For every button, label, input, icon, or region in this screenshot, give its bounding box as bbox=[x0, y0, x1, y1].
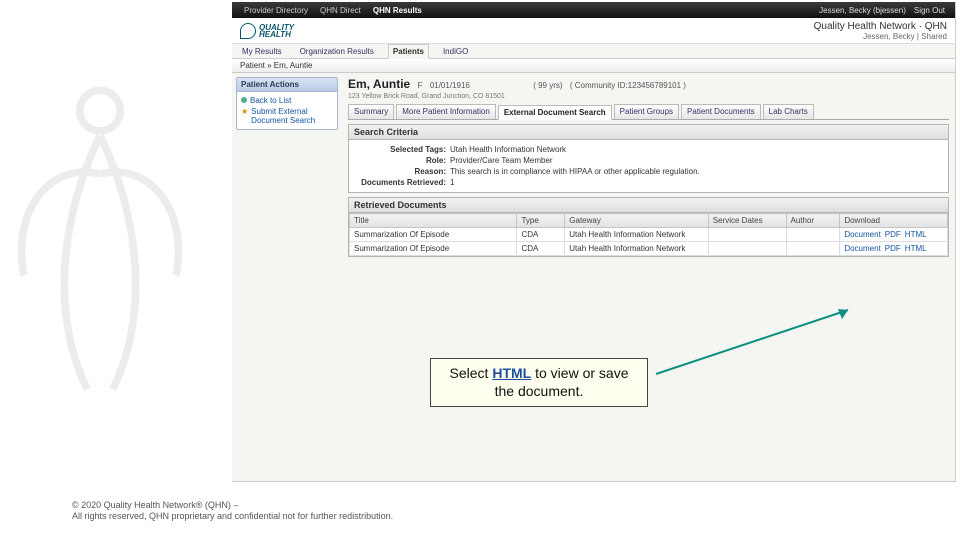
cell-title: Summarization Of Episode bbox=[350, 242, 517, 256]
logo: QUALITYHEALTH bbox=[240, 23, 294, 39]
submit-external-search-link[interactable]: ★Submit External Document Search bbox=[241, 106, 333, 126]
brand-sub: Jessen, Becky | Shared bbox=[814, 32, 947, 41]
col-author: Author bbox=[786, 214, 840, 228]
patient-name: Em, Auntie bbox=[348, 77, 410, 91]
brand-row: QUALITYHEALTH Quality Health Network · Q… bbox=[232, 18, 955, 44]
download-document-link[interactable]: Document bbox=[844, 230, 884, 239]
label-role: Role: bbox=[355, 156, 450, 165]
patient-address: 123 Yellow Brick Road, Grand Junction, C… bbox=[348, 93, 949, 100]
cell-type: CDA bbox=[517, 228, 565, 242]
annotation-callout: Select HTML to view or save the document… bbox=[430, 358, 648, 407]
label-docs-retrieved: Documents Retrieved: bbox=[355, 178, 450, 187]
patient-header: Em, Auntie F 01/01/1916 ( 99 yrs) ( Comm… bbox=[348, 77, 949, 91]
breadcrumb: Patient » Em, Auntie bbox=[232, 59, 955, 73]
detail-tabs: Summary More Patient Information Externa… bbox=[348, 104, 949, 120]
retrieved-documents-title: Retrieved Documents bbox=[349, 198, 948, 213]
patient-age: ( 99 yrs) bbox=[533, 81, 562, 90]
download-pdf-link[interactable]: PDF bbox=[885, 244, 905, 253]
col-service-dates: Service Dates bbox=[708, 214, 786, 228]
cell-dates bbox=[708, 242, 786, 256]
nav-user[interactable]: Jessen, Becky (bjessen) bbox=[815, 6, 910, 15]
brand-right: Quality Health Network · QHN Jessen, Bec… bbox=[814, 21, 947, 41]
retrieved-documents-section: Retrieved Documents Title Type Gateway S… bbox=[348, 197, 949, 257]
label-selected-tags: Selected Tags: bbox=[355, 145, 450, 154]
tab-org-results[interactable]: Organization Results bbox=[296, 45, 378, 58]
cell-author bbox=[786, 242, 840, 256]
cell-dates bbox=[708, 228, 786, 242]
star-icon: ★ bbox=[241, 107, 248, 116]
tab-patient-groups[interactable]: Patient Groups bbox=[614, 104, 679, 119]
cell-author bbox=[786, 228, 840, 242]
value-reason: This search is in compliance with HIPAA … bbox=[450, 167, 700, 176]
callout-bold: HTML bbox=[492, 365, 531, 381]
col-download: Download bbox=[840, 214, 948, 228]
annotation-arrow bbox=[648, 302, 868, 382]
nav-signout[interactable]: Sign Out bbox=[910, 6, 949, 15]
patient-sex: F bbox=[418, 81, 423, 90]
search-criteria-title: Search Criteria bbox=[349, 125, 948, 140]
logo-text: QUALITYHEALTH bbox=[259, 24, 294, 38]
download-pdf-link[interactable]: PDF bbox=[885, 230, 905, 239]
section-tabs: My Results Organization Results Patients… bbox=[232, 44, 955, 59]
tab-patients[interactable]: Patients bbox=[388, 44, 429, 59]
download-html-link[interactable]: HTML bbox=[905, 230, 931, 239]
table-row: Summarization Of Episode CDA Utah Health… bbox=[350, 242, 948, 256]
value-selected-tags: Utah Health Information Network bbox=[450, 145, 566, 154]
cell-title: Summarization Of Episode bbox=[350, 228, 517, 242]
patient-actions-title: Patient Actions bbox=[237, 78, 337, 92]
tab-patient-documents[interactable]: Patient Documents bbox=[681, 104, 761, 119]
brand-title: Quality Health Network · QHN bbox=[814, 21, 947, 32]
search-criteria-section: Search Criteria Selected Tags:Utah Healt… bbox=[348, 124, 949, 193]
col-title: Title bbox=[350, 214, 517, 228]
col-gateway: Gateway bbox=[565, 214, 709, 228]
tab-lab-charts[interactable]: Lab Charts bbox=[763, 104, 814, 119]
table-row: Summarization Of Episode CDA Utah Health… bbox=[350, 228, 948, 242]
tab-indigo[interactable]: IndiGO bbox=[439, 45, 472, 58]
col-type: Type bbox=[517, 214, 565, 228]
logo-icon bbox=[240, 23, 256, 39]
nav-provider-directory[interactable]: Provider Directory bbox=[238, 6, 314, 15]
nav-qhn-results[interactable]: QHN Results bbox=[367, 6, 428, 15]
tab-my-results[interactable]: My Results bbox=[238, 45, 286, 58]
value-docs-retrieved: 1 bbox=[450, 178, 454, 187]
cell-gateway: Utah Health Information Network bbox=[565, 228, 709, 242]
nav-qhn-direct[interactable]: QHN Direct bbox=[314, 6, 367, 15]
main-area: Em, Auntie F 01/01/1916 ( 99 yrs) ( Comm… bbox=[342, 73, 955, 261]
sidebar: Patient Actions Back to List ★Submit Ext… bbox=[232, 73, 342, 138]
download-html-link[interactable]: HTML bbox=[905, 244, 931, 253]
patient-actions-panel: Patient Actions Back to List ★Submit Ext… bbox=[236, 77, 338, 130]
patient-dob: 01/01/1916 bbox=[430, 81, 470, 90]
tab-external-doc-search[interactable]: External Document Search bbox=[498, 105, 612, 120]
tab-more-info[interactable]: More Patient Information bbox=[396, 104, 496, 119]
label-reason: Reason: bbox=[355, 167, 450, 176]
value-role: Provider/Care Team Member bbox=[450, 156, 553, 165]
cell-type: CDA bbox=[517, 242, 565, 256]
back-to-list-link[interactable]: Back to List bbox=[241, 95, 333, 106]
patient-context: ( Community ID:123456789101 ) bbox=[570, 81, 686, 90]
download-document-link[interactable]: Document bbox=[844, 244, 884, 253]
app-window: Provider Directory QHN Direct QHN Result… bbox=[232, 2, 956, 482]
cell-gateway: Utah Health Information Network bbox=[565, 242, 709, 256]
documents-table: Title Type Gateway Service Dates Author … bbox=[349, 213, 948, 256]
background-figure bbox=[0, 60, 240, 440]
slide-footer: © 2020 Quality Health Network® (QHN) – A… bbox=[72, 500, 393, 522]
top-nav: Provider Directory QHN Direct QHN Result… bbox=[232, 2, 955, 18]
bullet-icon bbox=[241, 97, 247, 103]
tab-summary[interactable]: Summary bbox=[348, 104, 394, 119]
